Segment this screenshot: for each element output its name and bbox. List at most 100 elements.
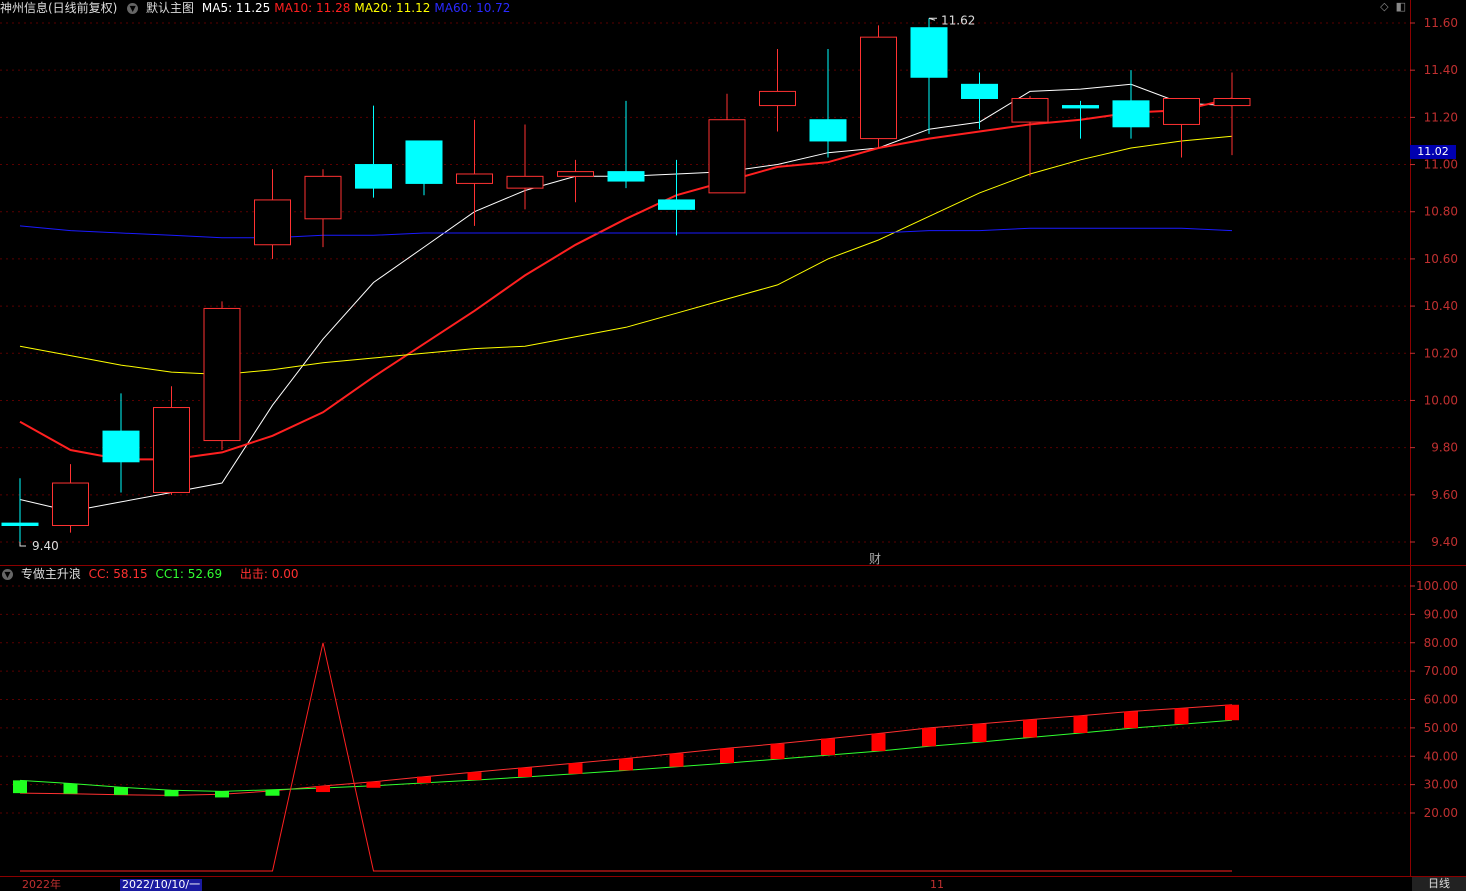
main-panel-header: 神州信息(日线前复权) ▼ 默认主图 MA5: 11.25 MA10: 11.28… (0, 0, 518, 16)
year-label: 2022年 (22, 878, 61, 891)
cc-bar (972, 723, 987, 743)
candle-body (203, 307, 241, 442)
cc-bar (1073, 715, 1088, 733)
candle-body (153, 407, 190, 493)
cc-bar (518, 767, 532, 777)
main-y-tick-label: 9.40 (1431, 535, 1458, 549)
sub-indicator-name[interactable]: 专做主升浪 (21, 567, 81, 581)
cc-bar (467, 772, 482, 781)
candle-body (1163, 97, 1200, 125)
sub-y-tick-label: 80.00 (1424, 636, 1458, 650)
sub-y-tick-label: 30.00 (1424, 778, 1458, 792)
main-y-tick-label: 10.20 (1424, 346, 1458, 360)
candle-body (910, 27, 948, 78)
candle-body (1112, 100, 1150, 128)
candle-body (405, 140, 443, 184)
sub-y-tick-label: 40.00 (1424, 749, 1458, 763)
stock-title[interactable]: 神州信息(日线前复权) (0, 1, 117, 15)
cc-bar (1023, 719, 1037, 738)
ma-line-ma60 (19, 225, 1233, 239)
collapse-icon[interactable]: ▼ (127, 3, 139, 14)
finance-icon[interactable]: 财 (869, 550, 881, 567)
main-y-tick-label: 10.00 (1424, 393, 1458, 407)
main-y-tick-label: 9.60 (1431, 488, 1458, 502)
diamond-icon[interactable]: ◇ (1380, 0, 1388, 13)
candle-body (658, 199, 695, 210)
candle-body (860, 36, 897, 140)
period-button[interactable]: 日线 (1412, 877, 1466, 891)
cc-bar (114, 787, 128, 795)
cc-bar (164, 790, 179, 797)
cc-bar (770, 743, 785, 760)
main-y-tick-label: 11.60 (1424, 16, 1458, 30)
main-indicator-name[interactable]: 默认主图 (146, 1, 194, 15)
cc-bar (1225, 704, 1239, 721)
month-label: 11 (930, 878, 944, 891)
cc-bar (265, 789, 280, 796)
candle-body (304, 175, 342, 220)
out-label: 出击: 0.00 (239, 567, 299, 581)
candle-body (52, 482, 89, 526)
corner-icons: ◇ ◧ (1380, 0, 1406, 13)
cc-bar (922, 727, 936, 747)
sub-y-tick-label: 20.00 (1424, 806, 1458, 820)
out-line (20, 642, 1232, 872)
cc-label: CC: 58.15 (88, 567, 148, 581)
high-marker-label: 11.62 (941, 13, 975, 27)
cc-bar (13, 780, 27, 794)
sub-y-tick-label: 70.00 (1424, 664, 1458, 678)
main-y-tick-label: 11.40 (1424, 63, 1458, 77)
cc-bar (366, 781, 381, 788)
high-marker-arrow (928, 17, 937, 21)
candle-body (809, 119, 847, 142)
ma-label-3: MA60: 10.72 (434, 1, 511, 15)
candle-body (759, 90, 796, 107)
main-y-tick-label: 10.40 (1424, 299, 1458, 313)
cc-bar (316, 786, 330, 793)
candle-body (557, 171, 594, 177)
cc-line (19, 704, 1233, 796)
candle-body (708, 119, 746, 194)
sub-panel-header: ▼ 专做主升浪 CC: 58.15 CC1: 52.69 出击: 0.00 (0, 566, 302, 582)
cc-bar (1124, 711, 1138, 729)
cc-bar (619, 758, 633, 771)
cc-bar (417, 776, 431, 783)
panel-toggle-icon[interactable]: ◧ (1396, 0, 1406, 13)
sub-y-tick-label: 100.00 (1416, 579, 1458, 593)
cursor-date[interactable]: 2022/10/10/一 (120, 879, 203, 891)
low-marker-label: 9.40 (32, 539, 59, 553)
chart-stage: 11.60 11.40 11.20 11.00 10.80 10.60 10.40 10.20… (0, 0, 1466, 877)
cc-bar (63, 783, 78, 794)
collapse-icon[interactable]: ▼ (2, 569, 13, 580)
main-y-tick-label: 10.80 (1424, 205, 1458, 219)
candle-body (1213, 97, 1251, 107)
main-y-tick-label: 11.00 (1424, 158, 1458, 172)
main-y-tick-label: 10.60 (1424, 252, 1458, 266)
date-bar: 2022年 2022/10/10/一 11 (0, 879, 1410, 891)
candle-body (607, 171, 645, 182)
ma-label-1: MA10: 11.28 (274, 1, 351, 15)
ma-label-2: MA20: 11.12 (354, 1, 431, 15)
cc-bar (669, 753, 684, 767)
ma-legend: MA5: 11.25 MA10: 11.28 MA20: 11.12 MA60: 10… (202, 1, 515, 15)
cc-bar (215, 791, 229, 798)
candle-body (1, 522, 39, 526)
cc-bar (720, 748, 734, 764)
candle-body (456, 173, 493, 184)
candle-body (506, 175, 544, 189)
cc-bar (871, 733, 886, 752)
candle-body (355, 164, 392, 189)
candle-body (1062, 105, 1099, 109)
main-y-tick-label: 11.20 (1424, 110, 1458, 124)
current-price-tag: 11.02 (1410, 145, 1456, 159)
sub-y-tick-label: 90.00 (1424, 607, 1458, 621)
cc-bar (1174, 708, 1189, 725)
candle-body (102, 430, 140, 463)
cc1-label: CC1: 52.69 (155, 567, 223, 581)
candle-body (254, 199, 291, 246)
ma-label-0: MA5: 11.25 (201, 1, 271, 15)
candle-body (1011, 97, 1049, 123)
cc-bar (568, 763, 583, 774)
sub-y-tick-label: 50.00 (1424, 721, 1458, 735)
low-marker-arrow (19, 542, 26, 547)
